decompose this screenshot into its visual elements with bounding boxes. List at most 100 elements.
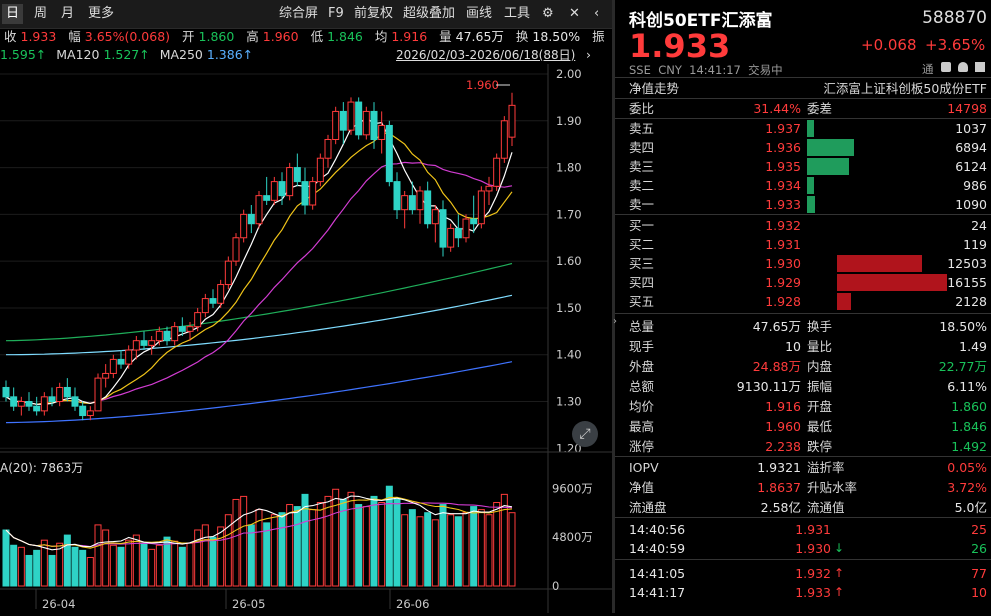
stat-row[interactable]: 总额 9130.11万 振幅 6.11% [615, 377, 991, 396]
tab-day[interactable]: 日 [2, 4, 24, 24]
ask-price: 1.934 [765, 178, 801, 193]
nav-row[interactable]: 净值走势 汇添富上证科创板50成份ETF [615, 79, 991, 98]
tick-volume: 10 [971, 585, 987, 600]
ask-level[interactable]: 卖一 1.933 1090 [615, 195, 991, 214]
collapse-icon[interactable]: ‹ [590, 4, 603, 24]
candle-body [431, 209, 439, 225]
candle-body [247, 213, 255, 225]
quote-panel: 科创50ETF汇添富 588870 1.933 +0.068 +3.65% SS… [615, 0, 991, 613]
candle-body [25, 401, 33, 407]
candle-body [393, 181, 401, 211]
candle-body [155, 330, 163, 342]
candle-body [217, 284, 225, 304]
candle-body [17, 401, 25, 407]
stat-label: 现手 [629, 339, 655, 354]
candle-body [178, 326, 186, 332]
stat-value: 10 [785, 339, 801, 354]
y-tick-label: 1.80 [556, 161, 582, 175]
tick-price: 1.932 [795, 566, 831, 581]
bid-level[interactable]: 买四 1.929 16155 [615, 273, 991, 292]
volume-tick-label: 4800万 [552, 530, 593, 544]
bid-level[interactable]: 买二 1.931 119 [615, 235, 991, 254]
ask-label: 卖一 [629, 197, 655, 212]
candle-body [508, 104, 516, 138]
ask-price: 1.937 [765, 121, 801, 136]
tab-more[interactable]: 更多 [84, 4, 118, 24]
chevron-right-icon[interactable]: › [586, 46, 591, 64]
close-icon[interactable]: ✕ [565, 4, 584, 24]
candle-body [416, 190, 424, 211]
ask-level[interactable]: 卖三 1.935 6124 [615, 157, 991, 176]
bid-price: 1.928 [765, 294, 801, 309]
date-range[interactable]: 2026/02/03-2026/06/18(88日) [396, 46, 575, 64]
stat-row[interactable]: 外盘 24.88万 内盘 22.77万 [615, 357, 991, 376]
bid-label: 买二 [629, 237, 655, 252]
volume-bar [362, 506, 370, 587]
bid-volume-bar [837, 255, 922, 272]
tick-volume: 26 [971, 541, 987, 556]
f9-button[interactable]: F9 [324, 4, 348, 24]
bid-level[interactable]: 买一 1.932 24 [615, 216, 991, 235]
amplitude-label: 振 [592, 29, 605, 44]
stat-row[interactable]: 均价 1.916 开盘 1.860 [615, 397, 991, 416]
weibi-value: 31.44% [753, 101, 801, 116]
stat-label: 开盘 [807, 399, 833, 414]
stat-row[interactable]: 最高 1.960 最低 1.846 [615, 417, 991, 436]
trade-tick[interactable]: 14:41:17 1.933 ↑ 10 [615, 583, 991, 602]
etf-row[interactable]: 流通盘 2.58亿 流通值 5.0亿 [615, 498, 991, 517]
stat-value: 1.492 [951, 439, 987, 454]
trade-tick[interactable]: 14:41:05 1.932 ↑ 77 [615, 564, 991, 583]
volume-bar [431, 519, 439, 587]
volume-bar [278, 512, 286, 587]
bid-price: 1.931 [765, 237, 801, 252]
ask-level[interactable]: 卖二 1.934 986 [615, 176, 991, 195]
candle-body [125, 349, 133, 365]
volume-bar [155, 544, 163, 587]
stat-row[interactable]: 总量 47.65万 换手 18.50% [615, 317, 991, 336]
tick-time: 14:41:05 [629, 566, 686, 581]
forward-adjust-button[interactable]: 前复权 [350, 4, 397, 24]
candle-body [132, 340, 140, 351]
kline-chart[interactable]: 2.00 1.90 1.80 1.70 1.60 1.50 1.40 1.30 1.20 1.96… [0, 64, 612, 613]
x-tick-label: 26-05 [232, 597, 265, 611]
tab-week[interactable]: 周 [30, 4, 51, 24]
ask-level[interactable]: 卖四 1.936 6894 [615, 138, 991, 157]
tab-month[interactable]: 月 [57, 4, 78, 24]
tools-button[interactable]: 工具 [500, 4, 534, 24]
expand-icon[interactable]: ⤢ [572, 421, 598, 447]
ask-level[interactable]: 卖五 1.937 1037 [615, 119, 991, 138]
bell-icon[interactable] [941, 62, 951, 72]
volume-bar [416, 516, 424, 587]
volume-bar [493, 502, 501, 587]
super-overlay-button[interactable]: 超级叠加 [399, 4, 459, 24]
candle-body [439, 209, 447, 248]
y-tick-label: 1.50 [556, 301, 582, 315]
ask-price: 1.935 [765, 159, 801, 174]
etf-row[interactable]: 净值 1.8637 升贴水率 3.72% [615, 478, 991, 497]
stat-row[interactable]: 涨停 2.238 跌停 1.492 [615, 437, 991, 456]
ma60-value: 1.595↑ [0, 47, 47, 62]
gear-icon[interactable]: ⚙ [538, 4, 558, 24]
trade-tick[interactable]: 14:40:56 1.931 25 [615, 520, 991, 539]
draw-line-button[interactable]: 画线 [462, 4, 496, 24]
etf-row[interactable]: IOPV 1.9321 溢折率 0.05% [615, 458, 991, 477]
more-icon[interactable] [975, 62, 985, 72]
volume-bar [10, 544, 18, 587]
tick-time: 14:40:59 [629, 541, 686, 556]
security-code: 588870 [922, 8, 987, 28]
bid-level[interactable]: 买三 1.930 12503 [615, 254, 991, 273]
volume-bar [293, 506, 301, 587]
candle-body [378, 124, 386, 141]
ma60-line [5, 262, 513, 342]
stat-row[interactable]: 现手 10 量比 1.49 [615, 337, 991, 356]
trade-tick[interactable]: 14:40:59 1.930 ↓ 26 [615, 539, 991, 558]
nav-trend-link[interactable]: 净值走势 [629, 79, 679, 98]
alert-icon[interactable] [958, 62, 968, 72]
etf-label: IOPV [629, 460, 659, 475]
bid-level[interactable]: 买五 1.928 2128 [615, 292, 991, 311]
weibi-row: 委比 31.44% 委差 14798 [615, 99, 991, 118]
volume-bar [462, 512, 470, 587]
composite-screen-button[interactable]: 综合屏 [275, 4, 322, 24]
chart-toolbar: 日 周 月 更多 综合屏 F9 前复权 超级叠加 画线 工具 ⚙ ✕ ‹ [0, 0, 612, 29]
vol-label: 量 [439, 29, 452, 44]
